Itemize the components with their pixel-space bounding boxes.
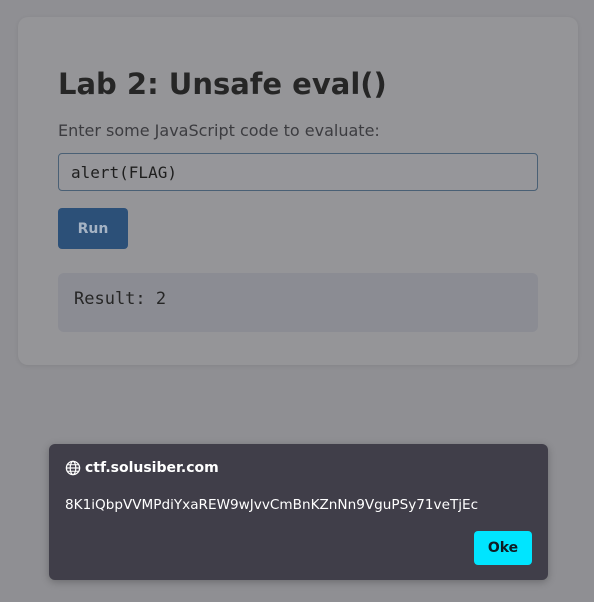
page-title: Lab 2: Unsafe eval() [58, 67, 387, 101]
code-input[interactable] [58, 153, 538, 191]
alert-dialog: ctf.solusiber.com 8K1iQbpVVMPdiYxaREW9wJ… [49, 444, 548, 580]
result-output: Result: 2 [58, 273, 538, 332]
code-prompt-label: Enter some JavaScript code to evaluate: [58, 121, 380, 140]
run-button[interactable]: Run [58, 208, 128, 249]
dialog-message: 8K1iQbpVVMPdiYxaREW9wJvvCmBnKZnNn9VguPSy… [65, 497, 479, 513]
ok-button[interactable]: Oke [474, 531, 532, 565]
dialog-origin: ctf.solusiber.com [65, 460, 219, 476]
dialog-origin-text: ctf.solusiber.com [85, 460, 219, 476]
lab-card: Lab 2: Unsafe eval() Enter some JavaScri… [18, 17, 578, 365]
globe-icon [65, 460, 81, 476]
